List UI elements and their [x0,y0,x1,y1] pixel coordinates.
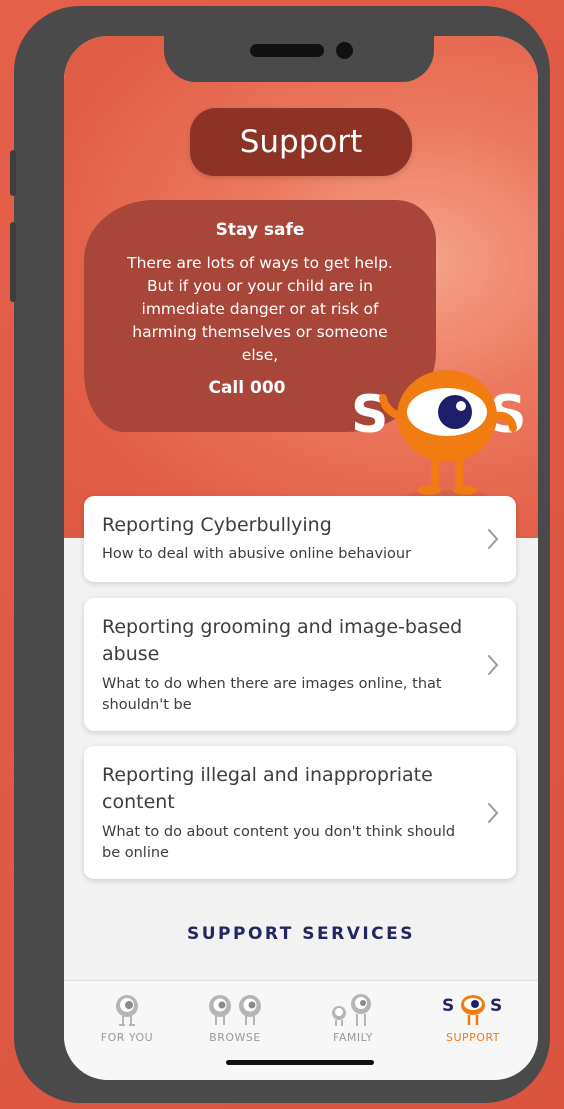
card-title: Reporting Cyberbullying [102,514,332,536]
support-services-link[interactable]: SUPPORT SERVICES [64,924,538,944]
bottom-tab-bar: FOR YOU BROWSE FAMILY S S SUPPORT [64,980,538,1080]
card-subtitle: What to do when there are images online,… [102,676,442,713]
speaker-grille [250,44,324,57]
phone-side-button [10,222,16,302]
sos-mascot-icon: S S [351,370,526,502]
chevron-right-icon [488,803,499,823]
tab-family[interactable]: FAMILY [294,981,412,1061]
stay-safe-title: Stay safe [215,220,305,240]
chevron-right-icon [488,529,499,549]
tab-label: FOR YOU [100,1031,154,1044]
tab-label: FAMILY [333,1031,373,1044]
card-subtitle: What to do about content you don't think… [102,824,456,861]
stay-safe-text: There are lots of ways to get help. But … [127,254,393,364]
sos-icon: S S [442,995,502,1025]
phone-frame: Support Stay safe There are lots of ways… [10,6,550,1103]
tab-support[interactable]: S S SUPPORT [414,981,532,1061]
glasses-characters-icon [209,995,261,1025]
tab-label: SUPPORT [445,1031,501,1044]
front-camera [336,42,353,59]
page-title: Support [190,108,412,176]
chevron-right-icon [488,655,499,675]
tab-browse[interactable]: BROWSE [176,981,294,1061]
tab-for-you[interactable]: FOR YOU [68,981,186,1061]
reporting-illegal-content-card[interactable]: Reporting illegal and inappropriate cont… [84,746,516,879]
phone-notch [164,36,434,82]
family-characters-icon [332,994,371,1026]
card-title: Reporting grooming and image-based abuse [102,616,463,665]
card-title: Reporting illegal and inappropriate cont… [102,764,433,813]
eye-character-icon [116,995,138,1026]
app-screen: Support Stay safe There are lots of ways… [64,36,538,1080]
svg-text:S: S [442,996,454,1016]
home-indicator[interactable] [226,1060,374,1065]
svg-text:S: S [490,996,502,1016]
mascot-letter-left: S [351,385,388,445]
reporting-cyberbullying-card[interactable]: Reporting Cyberbullying How to deal with… [84,496,516,582]
card-subtitle: How to deal with abusive online behaviou… [102,546,412,562]
reporting-grooming-card[interactable]: Reporting grooming and image-based abuse… [84,598,516,731]
phone-side-button [10,150,16,196]
tab-label: BROWSE [209,1031,261,1044]
